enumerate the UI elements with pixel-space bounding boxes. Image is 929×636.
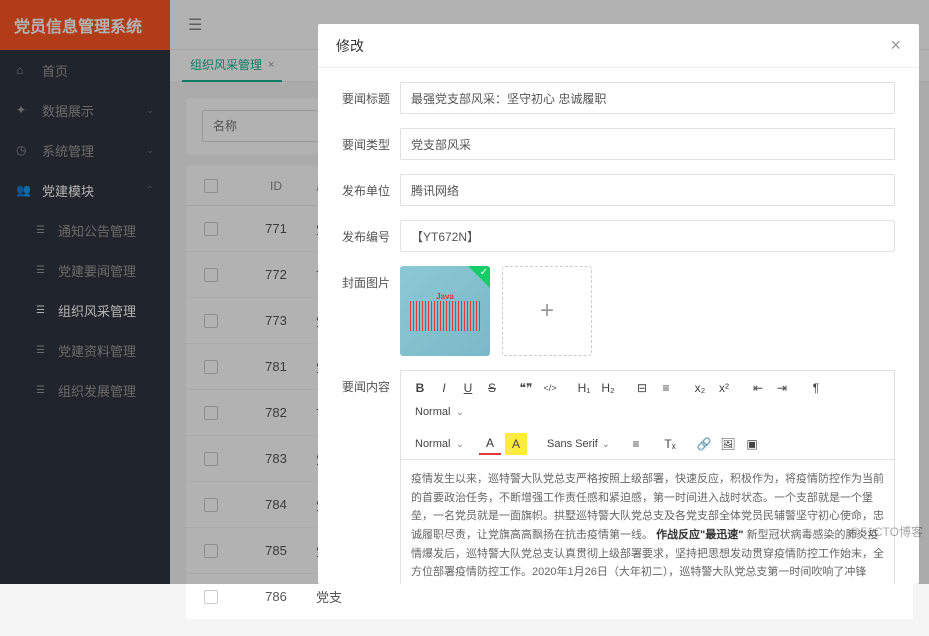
header-select[interactable]: Normal [409, 433, 467, 455]
td-type: 党支 [316, 587, 436, 606]
label-content: 要闻内容 [342, 370, 400, 402]
upload-add-button[interactable]: + [502, 266, 592, 356]
bg-color-button[interactable]: A [505, 433, 527, 455]
upload-area: Java + [400, 266, 895, 356]
subscript-button[interactable]: x₂ [689, 377, 711, 399]
label-title: 要闻标题 [342, 82, 400, 114]
close-icon[interactable]: × [890, 35, 901, 56]
h2-button[interactable]: H₂ [597, 377, 619, 399]
video-button[interactable]: ▣ [741, 433, 763, 455]
bold-button[interactable]: B [409, 377, 431, 399]
font-select[interactable]: Sans Serif [541, 433, 613, 455]
h1-button[interactable]: H₁ [573, 377, 595, 399]
italic-button[interactable]: I [433, 377, 455, 399]
label-type: 要闻类型 [342, 128, 400, 160]
input-type[interactable] [400, 128, 895, 160]
editor-toolbar-row2: Normal A A Sans Serif ≡ Tₓ 🔗 🖼 ▣ [400, 429, 895, 459]
underline-button[interactable]: U [457, 377, 479, 399]
watermark: @51CTO博客 [848, 523, 923, 540]
modal-title: 修改 [336, 36, 364, 56]
size-select[interactable]: Normal [409, 401, 467, 423]
content-bold: 作战反应"最迅速" [656, 529, 743, 541]
edit-modal: 修改 × 要闻标题 要闻类型 发布单位 发布编号 封面图片 [318, 24, 919, 584]
code-button[interactable]: </> [539, 377, 561, 399]
modal-header: 修改 × [318, 24, 919, 68]
clear-format-button[interactable]: Tₓ [659, 433, 681, 455]
link-button[interactable]: 🔗 [693, 433, 715, 455]
td-id: 786 [236, 589, 316, 604]
label-cover: 封面图片 [342, 266, 400, 298]
ordered-list-button[interactable]: ⊟ [631, 377, 653, 399]
input-number[interactable] [400, 220, 895, 252]
editor-content[interactable]: 疫情发生以来，巡特警大队党总支严格按照上级部署，快速反应，积极作为，将疫情防控作… [400, 459, 895, 584]
row-checkbox[interactable] [204, 590, 218, 604]
text-color-button[interactable]: A [479, 433, 501, 455]
uploaded-image[interactable]: Java [400, 266, 490, 356]
image-button[interactable]: 🖼 [717, 433, 739, 455]
quote-button[interactable]: ❝❞ [515, 377, 537, 399]
modal-body: 要闻标题 要闻类型 发布单位 发布编号 封面图片 Java [318, 68, 919, 584]
label-unit: 发布单位 [342, 174, 400, 206]
outdent-button[interactable]: ⇤ [747, 377, 769, 399]
superscript-button[interactable]: x² [713, 377, 735, 399]
align-button[interactable]: ≡ [625, 433, 647, 455]
input-title[interactable] [400, 82, 895, 114]
editor-toolbar: B I U S ❝❞ </> H₁ H₂ ⊟ ≡ x₂ x² [400, 370, 895, 429]
unordered-list-button[interactable]: ≡ [655, 377, 677, 399]
direction-button[interactable]: ¶ [805, 377, 827, 399]
label-number: 发布编号 [342, 220, 400, 252]
input-unit[interactable] [400, 174, 895, 206]
td-checkbox [186, 590, 236, 604]
strike-button[interactable]: S [481, 377, 503, 399]
indent-button[interactable]: ⇥ [771, 377, 793, 399]
